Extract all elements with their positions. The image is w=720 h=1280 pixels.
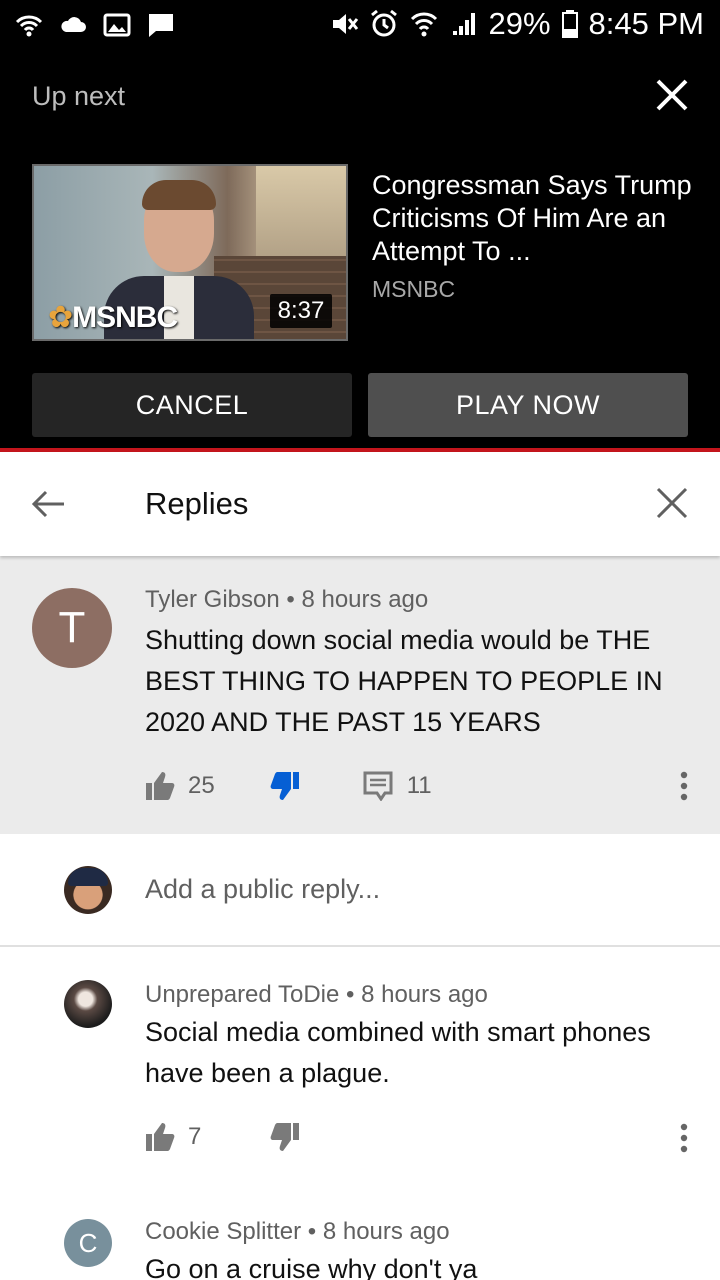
- comment-actions: 25 11: [144, 770, 432, 802]
- meta-separator: •: [286, 586, 302, 613]
- back-arrow-icon[interactable]: [28, 484, 68, 524]
- comment-author[interactable]: Tyler Gibson: [145, 586, 280, 613]
- thumbnail-window: [256, 166, 346, 256]
- up-next-video-title[interactable]: Congressman Says Trump Criticisms Of Him…: [372, 169, 692, 268]
- msnbc-logo: ✿MSNBC: [48, 301, 178, 334]
- thumbs-down-icon[interactable]: [269, 1121, 301, 1153]
- cancel-button[interactable]: CANCEL: [32, 373, 352, 437]
- up-next-panel: Up next ✿MSNBC 8:37 Congressman Says Tru…: [0, 50, 720, 450]
- reply-item: Unprepared ToDie • 8 hours ago Social me…: [0, 947, 720, 1177]
- like-count: 7: [188, 1123, 202, 1150]
- replies-header: Replies: [0, 452, 720, 556]
- comment-author[interactable]: Unprepared ToDie: [145, 981, 339, 1008]
- play-now-button[interactable]: PLAY NOW: [368, 373, 688, 437]
- clock: 8:45 PM: [588, 6, 704, 41]
- message-icon: [149, 14, 173, 37]
- comment-author[interactable]: Cookie Splitter: [145, 1218, 301, 1245]
- comment-actions: 7: [144, 1121, 301, 1153]
- meta-separator: •: [307, 1218, 323, 1245]
- cloud-icon: [61, 17, 86, 32]
- battery-percent: 29%: [488, 6, 551, 41]
- thumbs-down-icon[interactable]: [269, 770, 301, 802]
- more-options-icon[interactable]: [679, 770, 689, 802]
- comment-meta: Cookie Splitter • 8 hours ago: [145, 1218, 450, 1246]
- reply-item: C Cookie Splitter • 8 hours ago Go on a …: [0, 1177, 720, 1280]
- comment-meta: Tyler Gibson • 8 hours ago: [145, 586, 428, 614]
- close-replies-icon[interactable]: [654, 485, 690, 521]
- up-next-channel: MSNBC: [372, 276, 456, 302]
- status-bar: 29% 8:45 PM: [0, 0, 720, 50]
- comment-time: 8 hours ago: [322, 1218, 450, 1245]
- image-icon: [103, 13, 131, 37]
- reply-comment-icon[interactable]: [363, 771, 393, 801]
- comment-time: 8 hours ago: [301, 586, 429, 613]
- mute-icon: [332, 14, 358, 34]
- up-next-heading: Up next: [32, 81, 126, 111]
- close-icon[interactable]: [653, 76, 691, 114]
- comment-time: 8 hours ago: [361, 981, 488, 1008]
- more-options-icon[interactable]: [679, 1122, 689, 1154]
- wifi-calling-icon: [15, 15, 43, 37]
- comment-text: Go on a cruise why don't ya: [145, 1254, 478, 1280]
- thumbs-up-icon[interactable]: [144, 1121, 176, 1153]
- avatar[interactable]: [64, 980, 112, 1028]
- alarm-icon: [370, 9, 397, 37]
- like-count: 25: [188, 772, 215, 799]
- thumbnail-person-hair: [142, 180, 216, 210]
- reply-count: 11: [406, 772, 432, 799]
- comment-text: Social media combined with smart phones …: [145, 1017, 651, 1088]
- comment-meta: Unprepared ToDie • 8 hours ago: [145, 981, 488, 1009]
- reply-input[interactable]: [145, 874, 685, 905]
- parent-comment: T Tyler Gibson • 8 hours ago Shutting do…: [0, 556, 720, 834]
- meta-separator: •: [346, 981, 362, 1008]
- avatar[interactable]: C: [64, 1219, 112, 1267]
- video-duration: 8:37: [270, 294, 332, 328]
- reply-input-row: [0, 834, 720, 947]
- signal-icon: [452, 13, 475, 35]
- battery-icon: [561, 10, 578, 38]
- comment-text: Shutting down social media would be THE …: [145, 625, 663, 737]
- replies-title: Replies: [145, 486, 249, 521]
- wifi-icon: [410, 12, 437, 37]
- user-avatar: [64, 866, 112, 914]
- avatar[interactable]: T: [32, 588, 112, 668]
- thumbs-up-icon[interactable]: [144, 770, 176, 802]
